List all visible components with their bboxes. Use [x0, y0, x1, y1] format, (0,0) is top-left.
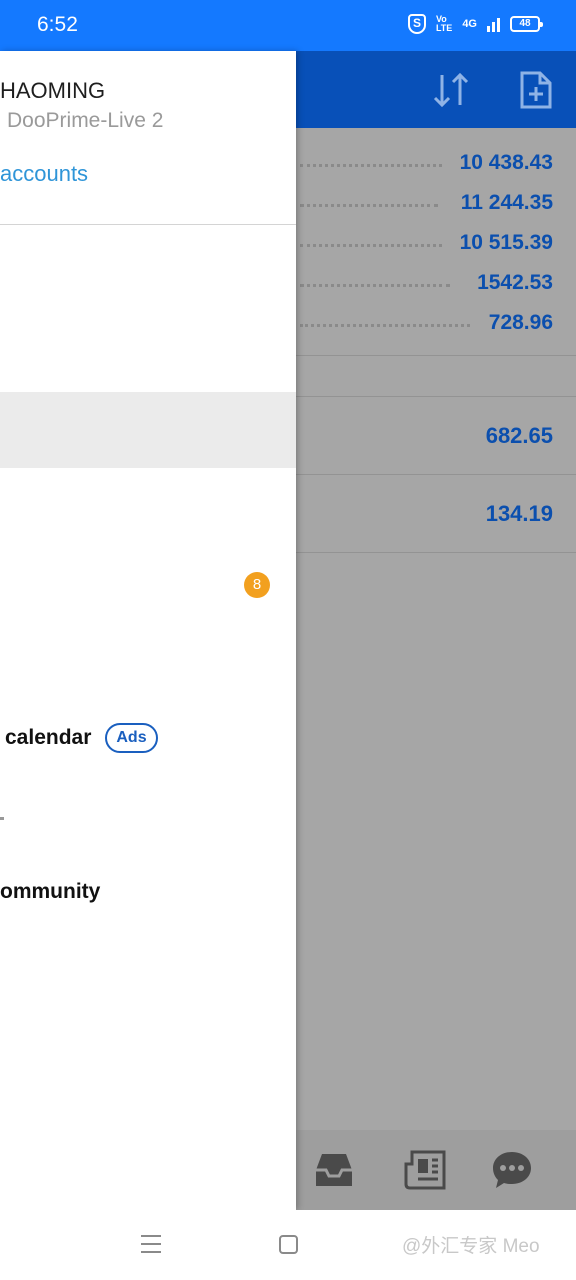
- watermark: @外汇专家 Meo: [402, 1236, 540, 1257]
- balance-value: 10 515.39: [459, 231, 553, 254]
- account-name: HAOMING: [0, 78, 106, 103]
- news-icon[interactable]: [404, 1148, 448, 1192]
- network-4g-icon: 4G: [462, 17, 477, 30]
- security-shield-icon: S: [407, 14, 426, 34]
- divider: [296, 474, 576, 475]
- divider: [296, 355, 576, 356]
- recent-apps-icon[interactable]: [141, 1235, 161, 1253]
- volte-icon: Vo LTE: [435, 14, 453, 33]
- battery-icon: 48: [510, 16, 543, 32]
- signal-icon: [487, 16, 500, 32]
- divider: [296, 552, 576, 553]
- balance-value: 11 244.35: [460, 191, 553, 214]
- balance-value: 728.96: [488, 311, 553, 334]
- new-document-icon[interactable]: [514, 69, 556, 111]
- menu-item-trade[interactable]: [0, 392, 296, 468]
- home-icon[interactable]: [279, 1235, 298, 1254]
- status-time: 6:52: [37, 13, 78, 36]
- ads-badge: Ads: [105, 723, 158, 753]
- account-server: DooPrime-Live 2: [7, 109, 164, 132]
- sort-arrows-icon[interactable]: [430, 69, 472, 111]
- chat-icon[interactable]: [490, 1148, 534, 1192]
- menu-item-traders-community[interactable]: ommunity: [0, 855, 296, 931]
- menu-item-chart[interactable]: [0, 315, 296, 391]
- status-icons: S Vo LTE 4G 48: [407, 14, 543, 34]
- menu-item-settings[interactable]: [0, 778, 296, 854]
- bottom-nav: [296, 1130, 576, 1210]
- menu-item-text-fragment: [0, 817, 4, 820]
- inbox-icon[interactable]: [312, 1148, 356, 1192]
- row-value: 134.19: [485, 501, 553, 526]
- system-navigation-bar: @外汇专家 Meo: [0, 1210, 576, 1280]
- balance-value: 10 438.43: [459, 151, 553, 174]
- navigation-drawer: HAOMING DooPrime-Live 2 accounts 8 calen…: [0, 51, 296, 1210]
- divider: [296, 396, 576, 397]
- manage-accounts-link[interactable]: accounts: [0, 161, 88, 187]
- menu-item-history[interactable]: [0, 469, 296, 545]
- balance-value: 1542.53: [477, 271, 553, 294]
- status-bar: 6:52 S Vo LTE 4G 48: [0, 0, 576, 51]
- divider: [0, 224, 296, 225]
- menu-item-news[interactable]: [0, 623, 296, 699]
- mailbox-badge: 8: [244, 572, 270, 598]
- menu-item-quotes[interactable]: [0, 239, 296, 315]
- row-value: 682.65: [485, 423, 553, 448]
- economic-calendar-label: calendar: [5, 726, 92, 749]
- traders-community-label: ommunity: [0, 880, 101, 903]
